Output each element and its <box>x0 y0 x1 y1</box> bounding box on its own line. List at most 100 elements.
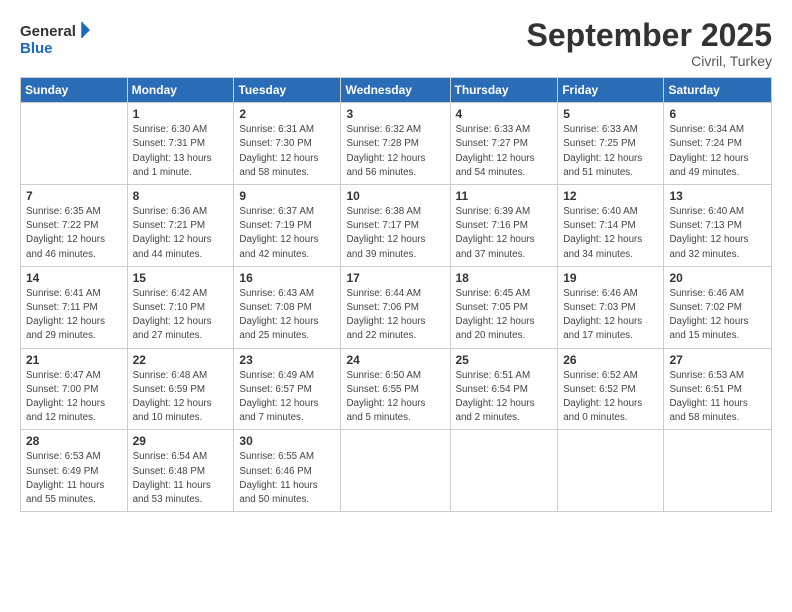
table-row: 25Sunrise: 6:51 AM Sunset: 6:54 PM Dayli… <box>450 348 558 430</box>
day-info: Sunrise: 6:50 AM Sunset: 6:55 PM Dayligh… <box>346 369 444 426</box>
table-row: 1Sunrise: 6:30 AM Sunset: 7:31 PM Daylig… <box>127 103 234 185</box>
svg-text:General: General <box>20 23 76 40</box>
table-row: 24 Sunrise: 6:50 AM Sunset: 6:55 PM Dayli… <box>341 348 450 430</box>
day-info: Sunrise: 6:42 AM Sunset: 7:10 PM Dayligh… <box>133 287 229 344</box>
day-number: 5 <box>563 107 658 121</box>
day-number: 14 <box>26 271 122 285</box>
table-row: 9 Sunrise: 6:37 AM Sunset: 7:19 PM Daylig… <box>234 185 341 267</box>
table-row: 19 Sunrise: 6:46 AM Sunset: 7:03 PM Dayli… <box>558 266 664 348</box>
calendar-week-3: 21 Sunrise: 6:47 AM Sunset: 7:00 PM Dayli… <box>21 348 772 430</box>
day-info: Sunrise: 6:35 AM Sunset: 7:22 PM Dayligh… <box>26 205 122 262</box>
day-number: 25 <box>456 353 553 367</box>
table-row: 22 Sunrise: 6:48 AM Sunset: 6:59 PM Dayli… <box>127 348 234 430</box>
day-info: Sunrise: 6:36 AM Sunset: 7:21 PM Dayligh… <box>133 205 229 262</box>
col-monday: Monday <box>127 78 234 103</box>
table-row: 8 Sunrise: 6:36 AM Sunset: 7:21 PM Daylig… <box>127 185 234 267</box>
table-row: 29 Sunrise: 6:54 AM Sunset: 6:48 PM Dayli… <box>127 430 234 512</box>
day-number: 24 <box>346 353 444 367</box>
col-thursday: Thursday <box>450 78 558 103</box>
table-row <box>558 430 664 512</box>
col-sunday: Sunday <box>21 78 128 103</box>
table-row: 11 Sunrise: 6:39 AM Sunset: 7:16 PM Dayli… <box>450 185 558 267</box>
day-info: Sunrise: 6:49 AM Sunset: 6:57 PM Dayligh… <box>239 369 335 426</box>
day-number: 15 <box>133 271 229 285</box>
calendar-table: Sunday Monday Tuesday Wednesday Thursday… <box>20 77 772 512</box>
table-row <box>21 103 128 185</box>
day-info: Sunrise: 6:47 AM Sunset: 7:00 PM Dayligh… <box>26 369 122 426</box>
title-block: September 2025 Civril, Turkey <box>527 18 772 69</box>
day-info: Sunrise: 6:32 AM Sunset: 7:28 PM Dayligh… <box>346 123 444 180</box>
day-number: 22 <box>133 353 229 367</box>
col-wednesday: Wednesday <box>341 78 450 103</box>
header: General Blue September 2025 Civril, Turk… <box>20 18 772 69</box>
day-info: Sunrise: 6:54 AM Sunset: 6:48 PM Dayligh… <box>133 450 229 507</box>
calendar-week-2: 14 Sunrise: 6:41 AM Sunset: 7:11 PM Dayli… <box>21 266 772 348</box>
day-number: 29 <box>133 434 229 448</box>
day-number: 6 <box>669 107 766 121</box>
table-row: 2 Sunrise: 6:31 AM Sunset: 7:30 PM Daylig… <box>234 103 341 185</box>
logo-svg: General Blue <box>20 18 90 58</box>
day-info: Sunrise: 6:30 AM Sunset: 7:31 PM Dayligh… <box>133 123 229 180</box>
day-number: 9 <box>239 189 335 203</box>
table-row: 17 Sunrise: 6:44 AM Sunset: 7:06 PM Dayli… <box>341 266 450 348</box>
day-number: 2 <box>239 107 335 121</box>
day-info: Sunrise: 6:48 AM Sunset: 6:59 PM Dayligh… <box>133 369 229 426</box>
day-info: Sunrise: 6:38 AM Sunset: 7:17 PM Dayligh… <box>346 205 444 262</box>
day-number: 19 <box>563 271 658 285</box>
table-row: 5Sunrise: 6:33 AM Sunset: 7:25 PM Daylig… <box>558 103 664 185</box>
day-number: 26 <box>563 353 658 367</box>
table-row: 30 Sunrise: 6:55 AM Sunset: 6:46 PM Dayli… <box>234 430 341 512</box>
day-number: 16 <box>239 271 335 285</box>
day-info: Sunrise: 6:44 AM Sunset: 7:06 PM Dayligh… <box>346 287 444 344</box>
day-number: 30 <box>239 434 335 448</box>
svg-text:Blue: Blue <box>20 40 53 57</box>
day-info: Sunrise: 6:46 AM Sunset: 7:03 PM Dayligh… <box>563 287 658 344</box>
day-number: 17 <box>346 271 444 285</box>
day-number: 21 <box>26 353 122 367</box>
day-info: Sunrise: 6:34 AM Sunset: 7:24 PM Dayligh… <box>669 123 766 180</box>
table-row: 13Sunrise: 6:40 AM Sunset: 7:13 PM Dayli… <box>664 185 772 267</box>
day-info: Sunrise: 6:31 AM Sunset: 7:30 PM Dayligh… <box>239 123 335 180</box>
day-info: Sunrise: 6:55 AM Sunset: 6:46 PM Dayligh… <box>239 450 335 507</box>
day-number: 12 <box>563 189 658 203</box>
table-row: 6 Sunrise: 6:34 AM Sunset: 7:24 PM Daylig… <box>664 103 772 185</box>
day-info: Sunrise: 6:39 AM Sunset: 7:16 PM Dayligh… <box>456 205 553 262</box>
table-row: 20 Sunrise: 6:46 AM Sunset: 7:02 PM Dayli… <box>664 266 772 348</box>
day-info: Sunrise: 6:33 AM Sunset: 7:27 PM Dayligh… <box>456 123 553 180</box>
day-number: 8 <box>133 189 229 203</box>
day-info: Sunrise: 6:37 AM Sunset: 7:19 PM Dayligh… <box>239 205 335 262</box>
day-info: Sunrise: 6:40 AM Sunset: 7:14 PM Dayligh… <box>563 205 658 262</box>
calendar-week-1: 7 Sunrise: 6:35 AM Sunset: 7:22 PM Daylig… <box>21 185 772 267</box>
day-number: 7 <box>26 189 122 203</box>
day-info: Sunrise: 6:46 AM Sunset: 7:02 PM Dayligh… <box>669 287 766 344</box>
table-row: 23 Sunrise: 6:49 AM Sunset: 6:57 PM Dayli… <box>234 348 341 430</box>
day-info: Sunrise: 6:40 AM Sunset: 7:13 PM Dayligh… <box>669 205 766 262</box>
col-saturday: Saturday <box>664 78 772 103</box>
location: Civril, Turkey <box>527 53 772 69</box>
table-row: 7 Sunrise: 6:35 AM Sunset: 7:22 PM Daylig… <box>21 185 128 267</box>
day-info: Sunrise: 6:52 AM Sunset: 6:52 PM Dayligh… <box>563 369 658 426</box>
day-info: Sunrise: 6:53 AM Sunset: 6:51 PM Dayligh… <box>669 369 766 426</box>
calendar-week-0: 1Sunrise: 6:30 AM Sunset: 7:31 PM Daylig… <box>21 103 772 185</box>
day-info: Sunrise: 6:53 AM Sunset: 6:49 PM Dayligh… <box>26 450 122 507</box>
day-number: 20 <box>669 271 766 285</box>
day-number: 11 <box>456 189 553 203</box>
col-tuesday: Tuesday <box>234 78 341 103</box>
day-number: 23 <box>239 353 335 367</box>
day-number: 18 <box>456 271 553 285</box>
table-row: 21 Sunrise: 6:47 AM Sunset: 7:00 PM Dayli… <box>21 348 128 430</box>
day-info: Sunrise: 6:43 AM Sunset: 7:08 PM Dayligh… <box>239 287 335 344</box>
table-row: 16 Sunrise: 6:43 AM Sunset: 7:08 PM Dayli… <box>234 266 341 348</box>
day-info: Sunrise: 6:45 AM Sunset: 7:05 PM Dayligh… <box>456 287 553 344</box>
day-info: Sunrise: 6:41 AM Sunset: 7:11 PM Dayligh… <box>26 287 122 344</box>
table-row: 3Sunrise: 6:32 AM Sunset: 7:28 PM Daylig… <box>341 103 450 185</box>
calendar-week-4: 28Sunrise: 6:53 AM Sunset: 6:49 PM Dayli… <box>21 430 772 512</box>
table-row: 4 Sunrise: 6:33 AM Sunset: 7:27 PM Daylig… <box>450 103 558 185</box>
table-row <box>450 430 558 512</box>
day-number: 4 <box>456 107 553 121</box>
table-row <box>341 430 450 512</box>
table-row: 15 Sunrise: 6:42 AM Sunset: 7:10 PM Dayli… <box>127 266 234 348</box>
table-row: 27Sunrise: 6:53 AM Sunset: 6:51 PM Dayli… <box>664 348 772 430</box>
table-row: 12 Sunrise: 6:40 AM Sunset: 7:14 PM Dayli… <box>558 185 664 267</box>
day-number: 10 <box>346 189 444 203</box>
